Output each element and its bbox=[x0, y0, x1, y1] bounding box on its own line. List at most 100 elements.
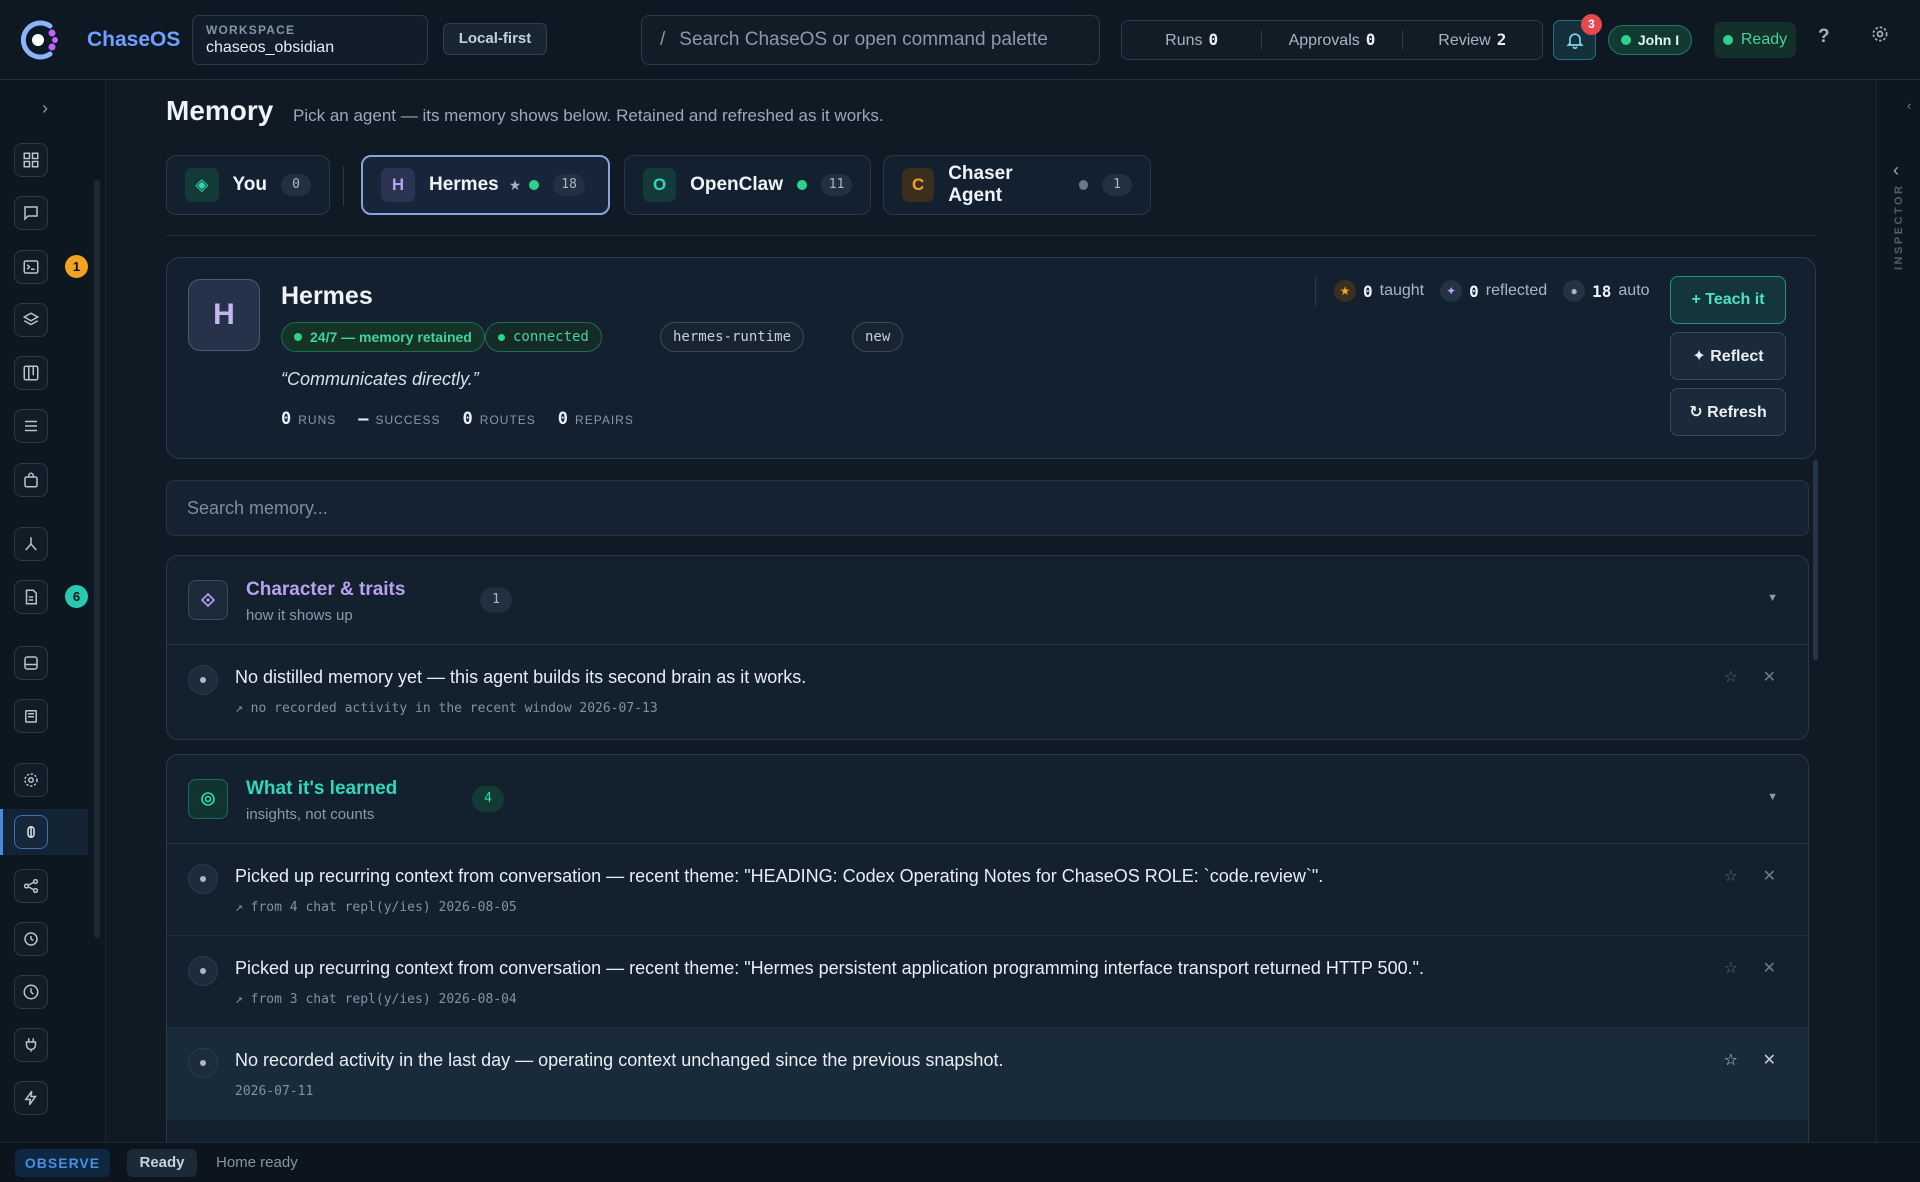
memory-item: Picked up recurring context from convers… bbox=[167, 844, 1808, 936]
nav-archive-icon[interactable] bbox=[14, 699, 48, 733]
agent-tab-count: 18 bbox=[553, 174, 585, 196]
section-header[interactable]: Character & traits how it shows up 1 ▼ bbox=[167, 556, 1808, 645]
memory-item: Picked up recurring context from convers… bbox=[167, 936, 1808, 1028]
pin-star-icon[interactable]: ☆ bbox=[1724, 958, 1738, 978]
close-icon[interactable]: ✕ bbox=[1763, 667, 1776, 687]
settings-gear-icon[interactable] bbox=[1870, 24, 1890, 49]
close-icon[interactable]: ✕ bbox=[1763, 866, 1776, 886]
ready-status-dot bbox=[1722, 35, 1733, 45]
metric-routes: 0 ROUTES bbox=[462, 409, 536, 429]
teach-it-button[interactable]: + Teach it bbox=[1670, 276, 1786, 324]
nav-graph-icon[interactable] bbox=[14, 527, 48, 561]
pin-star-icon[interactable]: ☆ bbox=[1724, 1050, 1738, 1070]
agent-tab-chaser-agent[interactable]: C Chaser Agent 1 bbox=[883, 155, 1151, 215]
user-online-dot bbox=[1620, 35, 1631, 45]
nav-scrollbar[interactable] bbox=[94, 180, 100, 938]
divider bbox=[166, 235, 1816, 236]
runtime-pill: hermes-runtime bbox=[660, 322, 805, 352]
notifications-button[interactable]: 3 bbox=[1553, 14, 1602, 60]
memory-item: No recorded activity in the last day — o… bbox=[167, 1028, 1808, 1120]
reflect-button[interactable]: ✦ Reflect bbox=[1670, 332, 1786, 380]
nav-memory-brain-icon[interactable] bbox=[14, 815, 48, 849]
help-icon[interactable]: ? bbox=[1818, 26, 1830, 48]
agent-tab-count: 1 bbox=[1102, 174, 1132, 196]
nav-list-icon[interactable] bbox=[14, 409, 48, 443]
count-auto: ● 18 auto bbox=[1563, 280, 1650, 302]
stat-review[interactable]: Review 2 bbox=[1401, 30, 1542, 50]
inspector-chevron-left-icon[interactable]: ‹ bbox=[1893, 160, 1899, 181]
agent-tab-label: You bbox=[232, 174, 267, 195]
nav-bag-icon[interactable] bbox=[14, 463, 48, 497]
nav-share-icon[interactable] bbox=[14, 869, 48, 903]
bell-icon bbox=[1565, 33, 1584, 50]
collapse-chevron-icon[interactable]: ‹ bbox=[1907, 98, 1911, 113]
refresh-button[interactable]: ↻ Refresh bbox=[1670, 388, 1786, 436]
memory-search-input[interactable]: Search memory... bbox=[166, 480, 1809, 536]
bullet-icon bbox=[188, 956, 218, 986]
memory-item: No distilled memory yet — this agent bui… bbox=[167, 645, 1808, 737]
agent-tab-label: OpenClaw bbox=[690, 174, 784, 195]
section-character-traits: Character & traits how it shows up 1 ▼ N… bbox=[166, 555, 1809, 740]
agent-tab-count: 11 bbox=[820, 174, 852, 196]
close-icon[interactable]: ✕ bbox=[1763, 958, 1776, 978]
metric-repairs: 0 REPAIRS bbox=[557, 409, 634, 429]
bullet-icon bbox=[188, 1048, 218, 1078]
section-header[interactable]: What it's learned insights, not counts 4… bbox=[167, 755, 1808, 844]
user-chip[interactable]: John I bbox=[1608, 25, 1692, 55]
nav-dashboard-grid-icon[interactable] bbox=[14, 143, 48, 177]
memory-retained-pill: 24/7 — memory retained bbox=[281, 322, 485, 352]
page-subtitle: Pick an agent — its memory shows below. … bbox=[293, 106, 884, 125]
dot-icon: ● bbox=[1563, 280, 1586, 302]
chaseos-logo-icon[interactable] bbox=[16, 16, 64, 64]
nav-clock-icon[interactable] bbox=[14, 975, 48, 1009]
notification-count-badge: 3 bbox=[1581, 14, 1602, 35]
workspace-selector[interactable]: WORKSPACE chaseos_obsidian bbox=[192, 15, 428, 65]
agent-tab-count: 0 bbox=[281, 174, 311, 196]
stat-review-value: 2 bbox=[1496, 30, 1507, 49]
ready-status-chip[interactable]: Ready bbox=[1714, 22, 1796, 58]
chevron-right-icon[interactable]: › bbox=[42, 98, 48, 119]
nav-plug-icon[interactable] bbox=[14, 1028, 48, 1062]
caret-down-icon[interactable]: ▼ bbox=[1767, 592, 1778, 604]
main-scrollbar[interactable] bbox=[1813, 460, 1818, 660]
workspace-name: chaseos_obsidian bbox=[206, 39, 335, 56]
nav-layers-icon[interactable] bbox=[14, 303, 48, 337]
stat-runs[interactable]: Runs 0 bbox=[1122, 30, 1261, 50]
memory-item-text: No distilled memory yet — this agent bui… bbox=[235, 667, 807, 687]
metric-runs: 0 RUNS bbox=[281, 409, 337, 429]
target-icon bbox=[188, 779, 228, 819]
agent-tab-hermes[interactable]: H Hermes ★ 18 bbox=[361, 155, 610, 215]
local-first-chip[interactable]: Local-first bbox=[443, 23, 547, 55]
metric-success: – SUCCESS bbox=[358, 409, 441, 429]
agent-tab-avatar: C bbox=[902, 168, 935, 202]
nav-inbox-icon[interactable] bbox=[14, 646, 48, 680]
workspace-label: WORKSPACE bbox=[206, 23, 296, 37]
observe-mode-pill[interactable]: OBSERVE bbox=[15, 1149, 110, 1177]
agent-tab-openclaw[interactable]: O OpenClaw 11 bbox=[624, 155, 871, 215]
memory-item-meta: ↗ from 4 chat repl(y/ies) 2026-08-05 bbox=[235, 900, 517, 915]
nav-document-icon[interactable] bbox=[14, 580, 48, 614]
memory-item-meta: ↗ from 3 chat repl(y/ies) 2026-08-04 bbox=[235, 992, 517, 1007]
agent-tab-label: Chaser Agent bbox=[948, 163, 1013, 206]
nav-history-icon[interactable] bbox=[14, 922, 48, 956]
nav-terminal-icon[interactable] bbox=[14, 250, 48, 284]
close-icon[interactable]: ✕ bbox=[1763, 1050, 1776, 1070]
memory-item-text: Picked up recurring context from convers… bbox=[235, 958, 1424, 978]
connected-pill: connected bbox=[485, 322, 602, 352]
nav-board-icon[interactable] bbox=[14, 356, 48, 390]
agent-tab-you[interactable]: ◈ You 0 bbox=[166, 155, 330, 215]
stat-approvals[interactable]: Approvals 0 bbox=[1261, 30, 1401, 50]
pin-star-icon[interactable]: ☆ bbox=[1724, 667, 1738, 687]
caret-down-icon[interactable]: ▼ bbox=[1767, 791, 1778, 803]
memory-item-meta: 2026-07-11 bbox=[235, 1084, 314, 1099]
agent-profile-card: H Hermes 24/7 — memory retained connecte… bbox=[166, 257, 1816, 459]
diamond-icon bbox=[188, 580, 228, 620]
memory-search-placeholder: Search memory... bbox=[187, 497, 328, 518]
nav-chat-icon[interactable] bbox=[14, 196, 48, 230]
nav-bolt-icon[interactable] bbox=[14, 1081, 48, 1115]
connected-dot bbox=[797, 180, 807, 190]
status-pill: Ready bbox=[127, 1149, 197, 1177]
command-search-input[interactable]: / Search ChaseOS or open command palette bbox=[641, 15, 1100, 65]
pin-star-icon[interactable]: ☆ bbox=[1724, 866, 1738, 886]
nav-gear-icon[interactable] bbox=[14, 763, 48, 797]
